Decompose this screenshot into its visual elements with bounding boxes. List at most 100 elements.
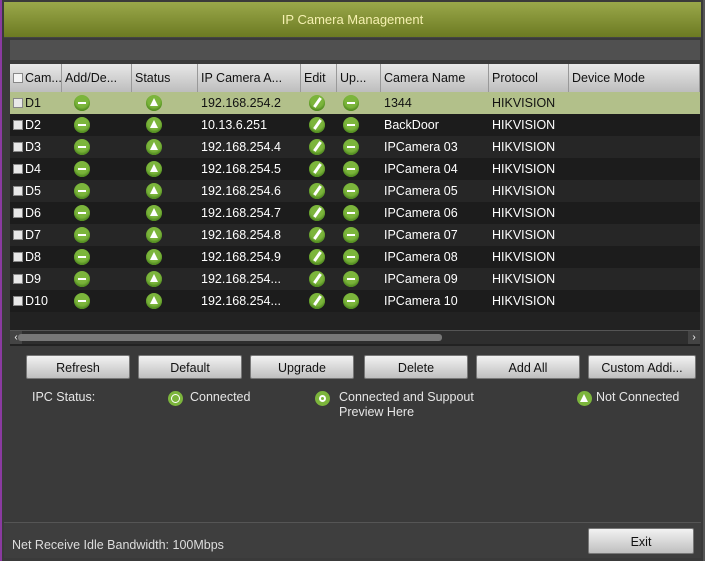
camera-name-cell: 1344	[384, 96, 412, 110]
table-row[interactable]: D1 192.168.254.2 1344 HIKVISION	[10, 92, 700, 114]
upgrade-button[interactable]: Upgrade	[250, 355, 354, 379]
row-checkbox[interactable]	[13, 98, 23, 108]
device-mode-cell	[569, 92, 700, 114]
header-ip-address[interactable]: IP Camera A...	[198, 64, 301, 92]
camera-cell[interactable]: D3	[10, 136, 62, 158]
delete-camera-icon[interactable]	[74, 117, 90, 133]
camera-cell[interactable]: D9	[10, 268, 62, 290]
header-device-mode[interactable]: Device Mode	[569, 64, 700, 92]
camera-cell[interactable]: D6	[10, 202, 62, 224]
delete-button[interactable]: Delete	[364, 355, 468, 379]
table-row[interactable]: D2 10.13.6.251 BackDoor HIKVISION	[10, 114, 700, 136]
table-row[interactable]: D5 192.168.254.6 IPCamera 05 HIKVISION	[10, 180, 700, 202]
not-connected-status-icon	[146, 271, 162, 287]
row-checkbox[interactable]	[13, 120, 23, 130]
edit-icon[interactable]	[309, 293, 325, 309]
window-title: IP Camera Management	[4, 2, 701, 38]
protocol-cell: HIKVISION	[492, 140, 556, 154]
camera-cell[interactable]: D7	[10, 224, 62, 246]
edit-icon[interactable]	[309, 161, 325, 177]
delete-camera-icon[interactable]	[74, 205, 90, 221]
header-status[interactable]: Status	[132, 64, 198, 92]
upgrade-icon[interactable]	[343, 227, 359, 243]
default-button[interactable]: Default	[138, 355, 242, 379]
row-checkbox[interactable]	[13, 164, 23, 174]
row-checkbox[interactable]	[13, 252, 23, 262]
table-row[interactable]: D8 192.168.254.9 IPCamera 08 HIKVISION	[10, 246, 700, 268]
edit-icon[interactable]	[309, 183, 325, 199]
scroll-right-icon[interactable]: ›	[688, 331, 700, 344]
row-checkbox[interactable]	[13, 186, 23, 196]
add-all-button[interactable]: Add All	[476, 355, 580, 379]
delete-camera-icon[interactable]	[74, 183, 90, 199]
camera-cell[interactable]: D1	[10, 92, 62, 114]
edit-icon[interactable]	[309, 271, 325, 287]
protocol-cell: HIKVISION	[492, 118, 556, 132]
row-checkbox[interactable]	[13, 208, 23, 218]
delete-camera-icon[interactable]	[74, 227, 90, 243]
row-checkbox[interactable]	[13, 274, 23, 284]
ip-address-cell: 192.168.254...	[201, 272, 281, 286]
camera-cell[interactable]: D4	[10, 158, 62, 180]
delete-camera-icon[interactable]	[74, 271, 90, 287]
protocol-cell: HIKVISION	[492, 206, 556, 220]
edit-cell	[301, 224, 337, 246]
header-edit[interactable]: Edit	[301, 64, 337, 92]
horizontal-scrollbar[interactable]: ‹ ›	[10, 330, 700, 344]
table-row[interactable]: D7 192.168.254.8 IPCamera 07 HIKVISION	[10, 224, 700, 246]
status-cell	[132, 268, 198, 290]
add-delete-cell	[62, 180, 132, 202]
edit-icon[interactable]	[309, 117, 325, 133]
header-protocol[interactable]: Protocol	[489, 64, 569, 92]
row-checkbox[interactable]	[13, 296, 23, 306]
delete-camera-icon[interactable]	[74, 95, 90, 111]
upgrade-icon[interactable]	[343, 95, 359, 111]
edit-cell	[301, 268, 337, 290]
upgrade-icon[interactable]	[343, 183, 359, 199]
upgrade-icon[interactable]	[343, 293, 359, 309]
edit-cell	[301, 290, 337, 312]
delete-camera-icon[interactable]	[74, 249, 90, 265]
edit-cell	[301, 202, 337, 224]
not-connected-status-icon	[146, 95, 162, 111]
delete-camera-icon[interactable]	[74, 161, 90, 177]
table-row[interactable]: D10 192.168.254... IPCamera 10 HIKVISION	[10, 290, 700, 312]
upgrade-icon[interactable]	[343, 271, 359, 287]
edit-icon[interactable]	[309, 249, 325, 265]
edit-cell	[301, 92, 337, 114]
delete-camera-icon[interactable]	[74, 293, 90, 309]
row-checkbox[interactable]	[13, 230, 23, 240]
header-camera-name[interactable]: Camera Name	[381, 64, 489, 92]
table-row[interactable]: D3 192.168.254.4 IPCamera 03 HIKVISION	[10, 136, 700, 158]
delete-camera-icon[interactable]	[74, 139, 90, 155]
camera-cell[interactable]: D5	[10, 180, 62, 202]
upgrade-icon[interactable]	[343, 205, 359, 221]
camera-name-cell: IPCamera 08	[384, 250, 458, 264]
edit-icon[interactable]	[309, 139, 325, 155]
camera-cell[interactable]: D8	[10, 246, 62, 268]
table-row[interactable]: D6 192.168.254.7 IPCamera 06 HIKVISION	[10, 202, 700, 224]
table-row[interactable]: D4 192.168.254.5 IPCamera 04 HIKVISION	[10, 158, 700, 180]
refresh-button[interactable]: Refresh	[26, 355, 130, 379]
upgrade-icon[interactable]	[343, 139, 359, 155]
edit-icon[interactable]	[309, 227, 325, 243]
select-all-checkbox[interactable]	[13, 73, 23, 83]
upgrade-icon[interactable]	[343, 161, 359, 177]
edit-icon[interactable]	[309, 95, 325, 111]
scrollbar-thumb[interactable]	[18, 334, 442, 341]
upgrade-cell	[337, 180, 381, 202]
camera-cell[interactable]: D2	[10, 114, 62, 136]
header-add-delete[interactable]: Add/De...	[62, 64, 132, 92]
status-cell	[132, 290, 198, 312]
edit-icon[interactable]	[309, 205, 325, 221]
upgrade-icon[interactable]	[343, 249, 359, 265]
header-upgrade[interactable]: Up...	[337, 64, 381, 92]
toolbar-strip	[10, 40, 700, 60]
header-camera[interactable]: Cam...	[10, 64, 62, 92]
camera-cell[interactable]: D10	[10, 290, 62, 312]
upgrade-icon[interactable]	[343, 117, 359, 133]
exit-button[interactable]: Exit	[588, 528, 694, 554]
row-checkbox[interactable]	[13, 142, 23, 152]
custom-add-button[interactable]: Custom Addi...	[588, 355, 696, 379]
table-row[interactable]: D9 192.168.254... IPCamera 09 HIKVISION	[10, 268, 700, 290]
